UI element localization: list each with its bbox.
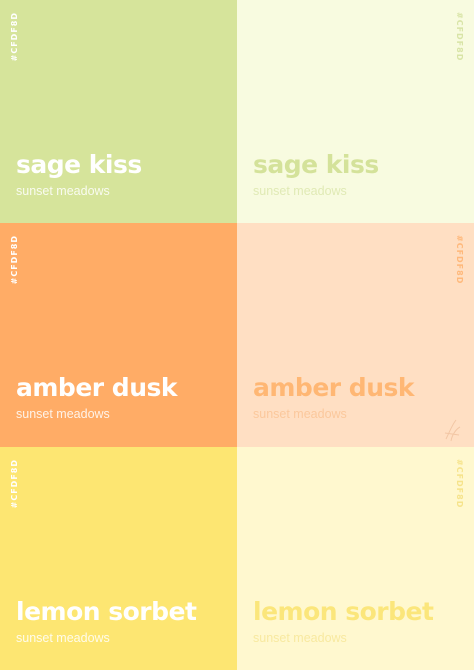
hex-label: #CFDF8D: [455, 459, 464, 509]
swatch-subtitle: sunset meadows: [16, 184, 110, 198]
hex-label: #CFDF8D: [10, 12, 19, 62]
swatch-subtitle: sunset meadows: [253, 184, 347, 198]
swatch-title: amber dusk: [253, 373, 415, 402]
hex-label: #CFDF8D: [10, 459, 19, 509]
hex-label: #CFDF8D: [455, 12, 464, 62]
swatch-amber-light: #CFDF8D amber dusk sunset meadows: [237, 223, 474, 447]
signature-mark: [444, 419, 461, 442]
swatch-title: sage kiss: [253, 150, 379, 179]
swatch-subtitle: sunset meadows: [253, 407, 347, 421]
swatch-amber-dark: #CFDF8D amber dusk sunset meadows: [0, 223, 237, 447]
swatch-title: lemon sorbet: [16, 597, 197, 626]
swatch-sage-dark: #CFDF8D sage kiss sunset meadows: [0, 0, 237, 223]
swatch-grid: #CFDF8D sage kiss sunset meadows #CFDF8D…: [0, 0, 474, 670]
swatch-sage-light: #CFDF8D sage kiss sunset meadows: [237, 0, 474, 223]
swatch-title: sage kiss: [16, 150, 142, 179]
hex-label: #CFDF8D: [10, 235, 19, 285]
hex-label: #CFDF8D: [455, 235, 464, 285]
swatch-subtitle: sunset meadows: [253, 631, 347, 645]
swatch-title: amber dusk: [16, 373, 178, 402]
swatch-lemon-dark: #CFDF8D lemon sorbet sunset meadows: [0, 447, 237, 670]
swatch-title: lemon sorbet: [253, 597, 434, 626]
swatch-subtitle: sunset meadows: [16, 407, 110, 421]
swatch-subtitle: sunset meadows: [16, 631, 110, 645]
swatch-lemon-light: #CFDF8D lemon sorbet sunset meadows: [237, 447, 474, 670]
